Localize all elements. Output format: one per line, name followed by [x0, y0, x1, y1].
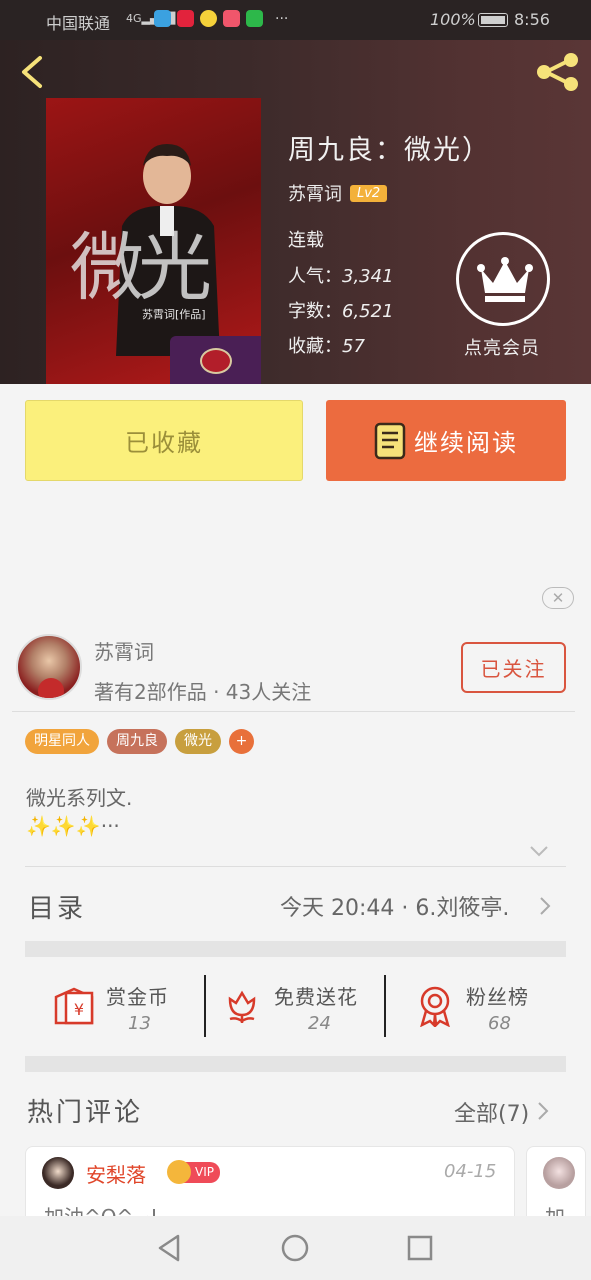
level-badge: Lv2: [350, 184, 388, 202]
battery-icon: [478, 13, 508, 27]
battery-percent: 100%: [430, 10, 476, 29]
app-notification-icon: [177, 10, 194, 27]
collected-label: 已收藏: [125, 429, 203, 457]
chevron-right-icon: [540, 897, 551, 915]
serial-status: 连载: [288, 230, 324, 251]
tag[interactable]: 明星同人: [25, 729, 99, 754]
divider: [12, 711, 575, 712]
chevron-down-icon[interactable]: [528, 842, 550, 860]
commenter-avatar[interactable]: [543, 1157, 575, 1189]
vip-badge: VIP: [167, 1160, 220, 1184]
section-separator: [25, 1056, 566, 1072]
vip-label: 点亮会员: [464, 338, 540, 359]
add-tag-button[interactable]: +: [229, 729, 254, 754]
favorites-stat: 收藏：57: [288, 332, 365, 358]
divider: [204, 975, 206, 1037]
cover-title: 微光: [70, 225, 212, 311]
comment-card[interactable]: 加: [526, 1146, 586, 1226]
book-author[interactable]: 苏霄词: [288, 180, 342, 206]
description-line: ✨✨✨···: [26, 814, 120, 838]
chevron-right-icon: [538, 1102, 549, 1120]
more-notifications-icon: ···: [275, 10, 289, 27]
commenter-name[interactable]: 安梨落: [86, 1159, 146, 1188]
toc-title[interactable]: 目录: [28, 888, 86, 925]
popularity-stat: 人气：3,341: [288, 262, 394, 288]
author-avatar[interactable]: [16, 634, 82, 700]
share-icon: [537, 53, 578, 91]
description-line: 微光系列文.: [26, 786, 133, 810]
back-triangle-icon[interactable]: [154, 1232, 186, 1264]
red-envelope-icon: ¥: [54, 987, 94, 1025]
cover-subtitle: 苏霄词[作品]: [142, 308, 206, 321]
author-row: 苏霄词 Lv2: [288, 180, 388, 206]
svg-text:¥: ¥: [74, 1000, 84, 1019]
send-flower-button[interactable]: 免费送花 24: [224, 975, 374, 1037]
tag[interactable]: 微光: [175, 729, 221, 754]
recents-square-icon[interactable]: [404, 1232, 436, 1264]
section-separator: [25, 941, 566, 957]
app-notification-icon: [154, 10, 171, 27]
reward-label: 赏金币: [106, 985, 169, 1009]
latest-chapter[interactable]: 今天 20:44 · 6.刘筱亭.: [280, 890, 509, 922]
words-label: 字数：: [288, 301, 342, 322]
share-button[interactable]: [534, 52, 582, 92]
favorites-value: 57: [342, 336, 365, 357]
book-header: 微光 苏霄词[作品] 周九良：微光） 苏霄词 Lv2 连载 人气：3,341 字…: [0, 40, 591, 384]
book-description: 微光系列文. ✨✨✨···: [26, 784, 132, 840]
continue-reading-label: 继续阅读: [414, 429, 518, 457]
flower-icon: [228, 990, 256, 1023]
divider: [25, 866, 566, 867]
all-comments-link[interactable]: 全部(7): [454, 1096, 529, 1128]
crown-icon: [477, 257, 533, 302]
reward-count: 68: [488, 1013, 511, 1034]
cover-table-decoration: [170, 336, 261, 384]
follow-label: 已关注: [480, 657, 547, 681]
follow-button[interactable]: 已关注: [461, 642, 566, 693]
tag[interactable]: 周九良: [107, 729, 167, 754]
system-nav-bar: [0, 1216, 591, 1280]
popularity-value: 3,341: [342, 266, 394, 287]
back-button[interactable]: [14, 52, 54, 92]
book-cover[interactable]: 微光 苏霄词[作品]: [46, 98, 261, 384]
clock: 8:56: [514, 10, 550, 29]
reward-count: 24: [308, 1013, 331, 1034]
collected-button[interactable]: 已收藏: [25, 400, 303, 481]
word-count-stat: 字数：6,521: [288, 297, 394, 323]
app-notification-icon: [200, 10, 217, 27]
notification-icons: ···: [154, 10, 288, 27]
book-icon: [374, 422, 406, 459]
status-bar: 中国联通 4G▂▄▆█ ··· 100% 8:56: [0, 0, 591, 40]
comment-date: 04-15: [444, 1161, 497, 1182]
author-stats: 著有2部作品 · 43人关注: [94, 680, 312, 704]
fan-ranking-button[interactable]: 粉丝榜 68: [416, 975, 556, 1037]
continue-reading-button[interactable]: 继续阅读: [326, 400, 566, 481]
favorites-label: 收藏：: [288, 336, 342, 357]
divider: [384, 975, 386, 1037]
home-circle-icon[interactable]: [279, 1232, 311, 1264]
reward-count: 13: [128, 1013, 151, 1034]
tag-list: 明星同人 周九良 微光 +: [25, 729, 254, 754]
reward-label: 粉丝榜: [466, 985, 529, 1009]
reward-label: 免费送花: [274, 985, 358, 1009]
medal-icon: [420, 986, 450, 1027]
app-notification-icon: [223, 10, 240, 27]
close-ad-button[interactable]: ✕: [542, 587, 574, 609]
carrier-label: 中国联通: [46, 14, 111, 33]
commenter-avatar[interactable]: [42, 1157, 74, 1189]
app-notification-icon: [246, 10, 263, 27]
author-name[interactable]: 苏霄词: [94, 636, 154, 665]
comments-title: 热门评论: [27, 1098, 144, 1128]
words-value: 6,521: [342, 301, 394, 322]
vip-button[interactable]: [456, 232, 550, 326]
popularity-label: 人气：: [288, 266, 342, 287]
comment-card[interactable]: 安梨落 VIP 04-15 加油^O^~!: [25, 1146, 515, 1226]
chevron-left-icon: [22, 56, 42, 88]
reward-coins-button[interactable]: ¥ 赏金币 13: [52, 975, 192, 1037]
book-title: 周九良：微光）: [288, 135, 491, 166]
